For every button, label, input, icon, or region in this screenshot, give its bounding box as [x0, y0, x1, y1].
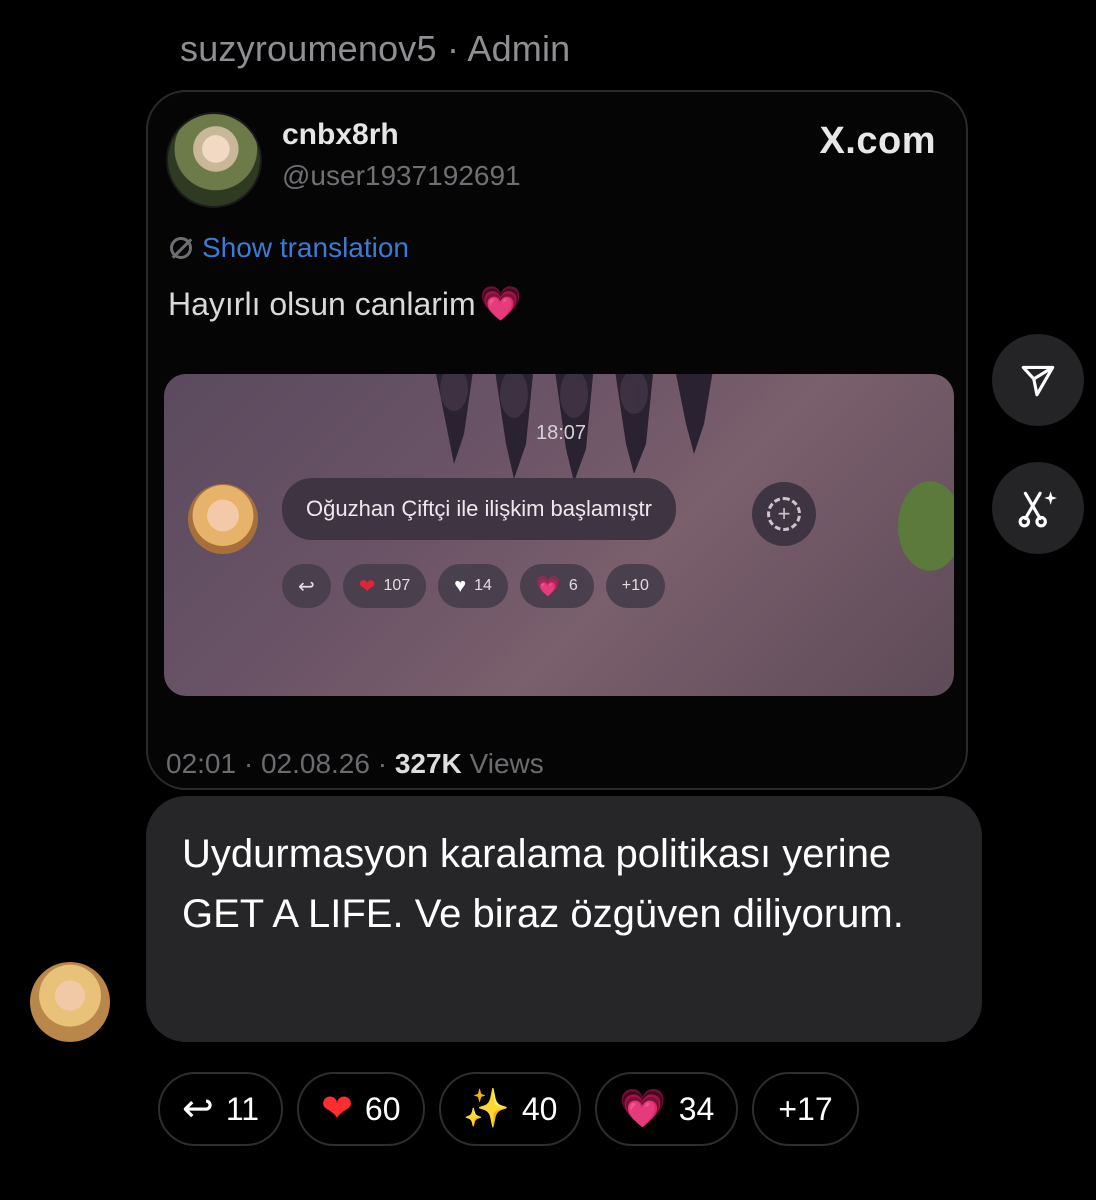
pink-heart-reaction-chip[interactable]: 💗 34	[595, 1072, 739, 1146]
post-author-avatar	[166, 112, 262, 208]
sparkles-reaction-chip[interactable]: ✨ 40	[438, 1072, 582, 1146]
pink-heart-count: 34	[678, 1090, 715, 1127]
leaf-decoration	[874, 474, 954, 604]
heart-reaction-chip[interactable]: ❤ 60	[297, 1072, 425, 1146]
reactions-row: ↩ 11 ❤ 60 ✨ 40 💗 34 +17	[158, 1072, 859, 1146]
media-white-heart-chip: ♥ 14	[438, 564, 508, 608]
show-translation-link: Show translation	[170, 232, 409, 264]
post-media-image: 18:07 Oğuzhan Çiftçi ile ilişkim başlamı…	[164, 374, 954, 696]
ai-edit-button[interactable]	[992, 462, 1084, 554]
show-translation-label: Show translation	[202, 232, 410, 263]
pink-heart-icon: 💗	[535, 575, 561, 598]
share-button[interactable]	[992, 334, 1084, 426]
sparkles-icon: ✨	[462, 1088, 510, 1130]
media-red-heart-count: 107	[383, 577, 411, 594]
reply-icon: ↩	[298, 575, 315, 598]
post-source-logo: X.com	[819, 120, 936, 162]
post-views-count: 327K	[394, 748, 462, 779]
pink-heart-icon: 💗	[619, 1088, 667, 1130]
dm-thread: suzyroumenov5 · Admin cnbx8rh @user19371…	[0, 0, 1096, 1200]
white-heart-icon: ♥	[454, 574, 467, 597]
sender-role: Admin	[467, 28, 571, 69]
ai-sparkle-icon	[1018, 491, 1057, 528]
post-author-handle: @user1937192691	[282, 160, 521, 191]
message-bubble[interactable]: Uydurmasyon karalama politikası yerine G…	[146, 796, 982, 1042]
media-pink-heart-chip: 💗 6	[519, 564, 594, 608]
media-white-heart-count: 14	[474, 577, 492, 594]
post-author-name: cnbx8rh	[282, 118, 399, 151]
reply-count: 11	[225, 1090, 260, 1127]
red-heart-icon: ❤	[358, 575, 376, 598]
media-more-count: +10	[621, 577, 649, 594]
more-reactions-count: +17	[778, 1090, 833, 1127]
media-timestamp: 18:07	[536, 422, 587, 444]
more-reactions-chip[interactable]: +17	[752, 1072, 859, 1146]
post-meta: 02:01 · 02.08.26 · 327K Views	[166, 748, 544, 780]
sparkles-count: 40	[521, 1090, 558, 1127]
heart-count: 60	[364, 1090, 401, 1127]
media-reply-chip: ↩	[282, 564, 331, 608]
post-views-label: Views	[469, 748, 544, 779]
post-text-body: Hayırlı olsun canlarim	[168, 285, 476, 322]
post-text: Hayırlı olsun canlarim 💗	[168, 284, 522, 324]
sender-separator: ·	[446, 28, 460, 69]
sender-avatar[interactable]	[30, 962, 110, 1042]
media-red-heart-chip: ❤ 107	[342, 564, 427, 608]
reply-count-chip[interactable]: ↩ 11	[158, 1072, 284, 1146]
translate-icon	[170, 237, 192, 259]
pink-heart-icon: 💗	[479, 285, 522, 323]
add-reaction-icon: +	[767, 497, 801, 531]
red-heart-icon: ❤	[321, 1088, 353, 1130]
shared-post-card[interactable]: cnbx8rh @user1937192691 X.com Show trans…	[146, 90, 968, 790]
media-add-reaction-button: +	[752, 482, 816, 546]
reply-icon: ↩	[182, 1088, 214, 1130]
media-pink-heart-count: 6	[568, 577, 578, 594]
sender-name[interactable]: suzyroumenov5	[180, 28, 437, 69]
post-timestamp: 02:01 · 02.08.26 ·	[166, 748, 388, 779]
media-message-bubble: Oğuzhan Çiftçi ile ilişkim başlamıştr	[282, 478, 676, 540]
media-sender-avatar	[188, 484, 258, 554]
media-more-chip: +10	[605, 564, 665, 608]
sender-line: suzyroumenov5 · Admin	[180, 28, 570, 70]
media-reactions-row: ↩ ❤ 107 ♥ 14 💗 6 +10	[282, 564, 665, 608]
share-icon	[1021, 365, 1055, 397]
